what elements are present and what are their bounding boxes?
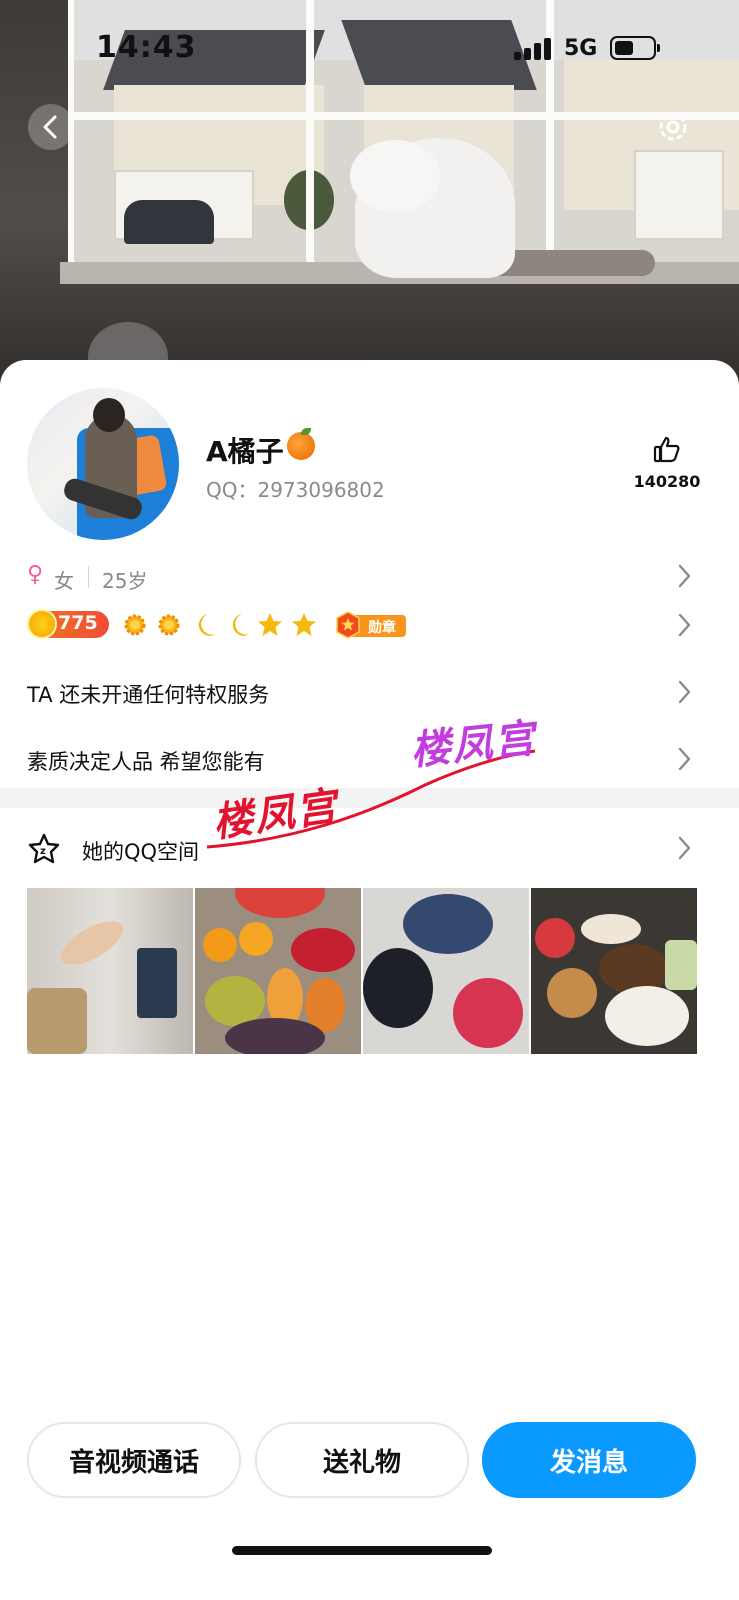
send-message-button[interactable]: 发消息	[482, 1422, 696, 1498]
qzone-photo-berries[interactable]	[363, 888, 529, 1054]
qzone-photo-dinner[interactable]	[531, 888, 697, 1054]
privilege-text: TA 还未开通任何特权服务	[27, 683, 270, 707]
qzone-star-icon: z	[28, 833, 60, 864]
age: 25岁	[102, 569, 148, 593]
avatar[interactable]	[27, 388, 179, 540]
gender: 女	[54, 569, 74, 593]
gift-button[interactable]: 送礼物	[255, 1422, 469, 1498]
thumbs-up-icon[interactable]	[652, 434, 682, 464]
nickname: A橘子	[206, 435, 284, 468]
sun-icon	[124, 614, 146, 636]
battery-tip	[657, 44, 660, 52]
level-icons	[124, 613, 316, 636]
qq-number: QQ：2973096802	[206, 478, 385, 502]
chevron-right-icon	[678, 836, 691, 860]
gear-icon	[659, 113, 687, 141]
like-count[interactable]: 140280	[622, 472, 712, 491]
moon-icon	[198, 614, 216, 636]
call-button[interactable]: 音视频通话	[27, 1422, 241, 1498]
signal-icon	[514, 38, 554, 60]
female-icon: ♀	[27, 562, 44, 587]
moon-icon	[232, 614, 250, 636]
medal-label: 勋章	[368, 620, 396, 636]
qzone-photo-fruit[interactable]	[195, 888, 361, 1054]
chevron-left-icon	[43, 115, 57, 139]
star-icon	[258, 613, 282, 636]
profile-screen: 14:43 5G A橘子 QQ：2973096802 140280 ♀ 女 25…	[0, 0, 739, 1600]
coin-icon	[27, 609, 57, 639]
network-type: 5G	[564, 36, 598, 61]
level-number: 775	[58, 612, 98, 634]
status-time: 14:43	[96, 30, 197, 65]
chevron-right-icon	[678, 564, 691, 588]
home-indicator[interactable]	[232, 1546, 492, 1555]
settings-button[interactable]	[652, 106, 694, 148]
back-button[interactable]	[28, 104, 74, 150]
star-icon	[292, 613, 316, 636]
qzone-title: 她的QQ空间	[82, 840, 200, 864]
chevron-right-icon	[678, 613, 691, 637]
cat-head	[350, 140, 440, 212]
chevron-right-icon	[678, 680, 691, 704]
qzone-photo-hand-tv[interactable]	[27, 888, 193, 1054]
orange-emoji-icon	[287, 432, 315, 460]
battery-icon	[610, 36, 656, 60]
chevron-right-icon	[678, 747, 691, 771]
sun-icon	[158, 614, 180, 636]
svg-text:z: z	[40, 846, 46, 857]
divider	[88, 566, 89, 588]
